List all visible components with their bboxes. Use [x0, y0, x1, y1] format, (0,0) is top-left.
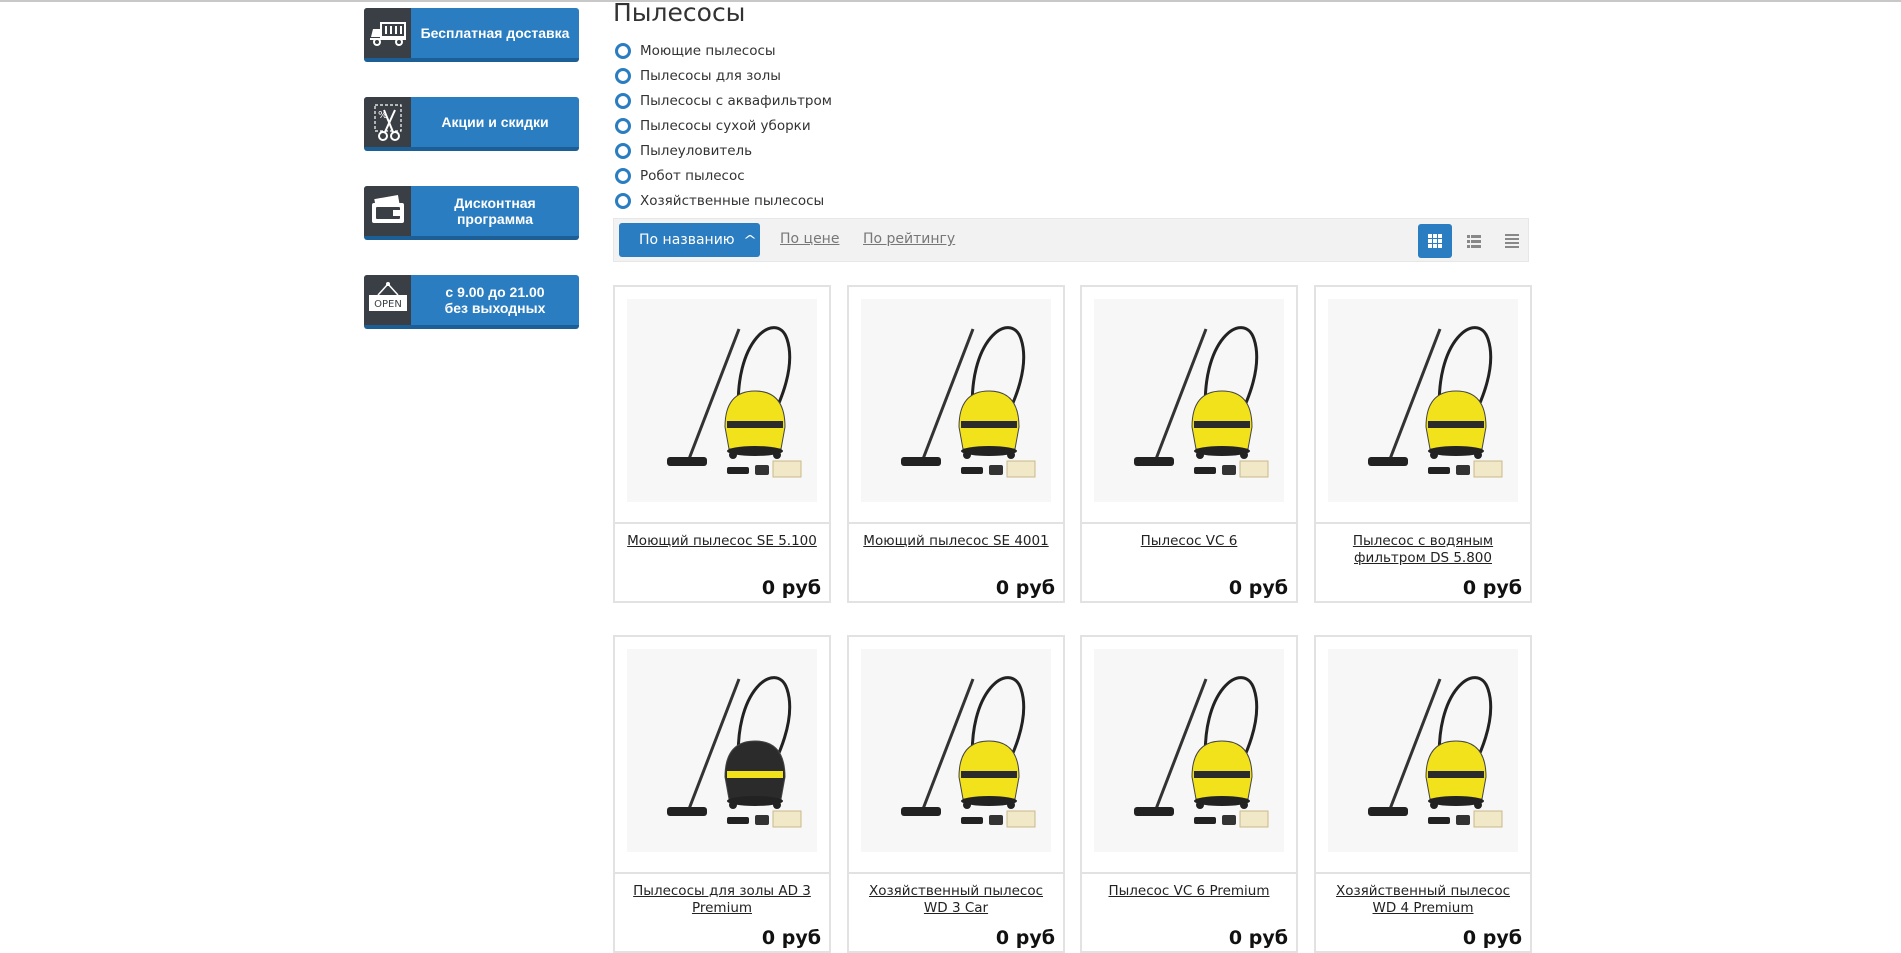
product-name-link[interactable]: Хозяйственный пылесос WD 3 Car	[857, 883, 1055, 917]
vacuum-cleaner-image	[1134, 326, 1269, 478]
radio-icon[interactable]	[615, 167, 631, 184]
product-name-link[interactable]: Хозяйственный пылесос WD 4 Premium	[1324, 883, 1522, 917]
banner-label: Бесплатная доставка	[420, 25, 570, 41]
wallet-icon	[364, 186, 411, 236]
subcategory-label[interactable]: Хозяйственные пылесосы	[640, 193, 824, 209]
banner-label: Дисконтная программа	[454, 195, 536, 227]
product-image[interactable]	[1328, 299, 1518, 502]
product-image[interactable]	[627, 299, 817, 502]
product-card[interactable]: Моющий пылесос SE 5.100 0 руб	[613, 285, 831, 603]
sort-by-price-link[interactable]: По цене	[780, 231, 839, 247]
subcategory-item[interactable]: Хозяйственные пылесосы	[615, 188, 832, 213]
product-name-link[interactable]: Моющий пылесос SE 4001	[857, 533, 1055, 550]
grid-view-button[interactable]	[1418, 224, 1452, 258]
product-image[interactable]	[861, 299, 1051, 502]
free-delivery-banner[interactable]: Бесплатная доставка	[364, 8, 579, 62]
product-card[interactable]: Хозяйственный пылесос WD 3 Car 0 руб	[847, 635, 1065, 953]
subcategory-label[interactable]: Пылесосы с аквафильтром	[640, 93, 832, 109]
sort-by-rating-link[interactable]: По рейтингу	[863, 231, 955, 247]
product-price: 0 руб	[1228, 927, 1288, 949]
list-icon	[1467, 235, 1481, 248]
discount-program-banner[interactable]: Дисконтная программа	[364, 186, 579, 240]
vacuum-cleaner-image	[901, 326, 1036, 478]
vacuum-cleaner-image	[667, 676, 802, 828]
product-image[interactable]	[1328, 649, 1518, 852]
subcategory-item[interactable]: Робот пылесос	[615, 163, 832, 188]
scissors-icon: %	[364, 97, 411, 147]
radio-icon[interactable]	[615, 117, 631, 134]
radio-icon[interactable]	[615, 92, 631, 109]
banner-label: Акции и скидки	[441, 114, 549, 130]
product-card[interactable]: Пылесосы для золы AD 3 Premium 0 руб	[613, 635, 831, 953]
product-image[interactable]	[861, 649, 1051, 852]
product-card[interactable]: Хозяйственный пылесос WD 4 Premium 0 руб	[1314, 635, 1532, 953]
product-image[interactable]	[627, 649, 817, 852]
vacuum-cleaner-image	[1134, 676, 1269, 828]
open-sign-icon: OPEN	[364, 275, 411, 325]
sort-by-name-button[interactable]: По названию ^	[619, 223, 760, 257]
vacuum-cleaner-image	[901, 676, 1036, 828]
subcategory-item[interactable]: Пылеуловитель	[615, 138, 832, 163]
vacuum-cleaner-image	[1368, 676, 1503, 828]
radio-icon[interactable]	[615, 192, 631, 209]
product-price: 0 руб	[761, 577, 821, 599]
product-price: 0 руб	[1462, 577, 1522, 599]
radio-icon[interactable]	[615, 42, 631, 59]
product-name-link[interactable]: Пылесос VC 6 Premium	[1090, 883, 1288, 900]
subcategory-label[interactable]: Пылеуловитель	[640, 143, 752, 159]
list-view-button[interactable]	[1457, 224, 1491, 258]
vacuum-cleaner-image	[1368, 326, 1503, 478]
subcategory-label[interactable]: Пылесосы для золы	[640, 68, 781, 84]
subcategory-item[interactable]: Пылесосы с аквафильтром	[615, 88, 832, 113]
radio-icon[interactable]	[615, 142, 631, 159]
grid-icon	[1428, 234, 1442, 248]
product-card[interactable]: Пылесос VC 6 Premium 0 руб	[1080, 635, 1298, 953]
banner-label: с 9.00 до 21.00 без выходных	[444, 284, 546, 316]
subcategory-label[interactable]: Робот пылесос	[640, 168, 745, 184]
subcategory-label[interactable]: Пылесосы сухой уборки	[640, 118, 811, 134]
product-name-link[interactable]: Пылесос с водяным фильтром DS 5.800	[1324, 533, 1522, 567]
subcategory-item[interactable]: Пылесосы для золы	[615, 63, 832, 88]
truck-icon	[364, 8, 411, 58]
sort-bar: По названию ^ По цене По рейтингу	[613, 218, 1529, 262]
sidebar: Бесплатная доставка % Акции и скидки Дис…	[364, 8, 579, 364]
product-price: 0 руб	[761, 927, 821, 949]
product-name-link[interactable]: Пылесос VC 6	[1090, 533, 1288, 550]
open-sign-text: OPEN	[374, 299, 402, 310]
chevron-up-icon: ^	[742, 233, 757, 247]
sort-active-label: По названию	[639, 232, 735, 248]
product-image[interactable]	[1094, 299, 1284, 502]
compact-list-icon	[1505, 234, 1519, 248]
subcategory-label[interactable]: Моющие пылесосы	[640, 43, 776, 59]
page-title: Пылесосы	[613, 0, 746, 27]
product-price: 0 руб	[995, 927, 1055, 949]
working-hours-banner[interactable]: OPEN с 9.00 до 21.00 без выходных	[364, 275, 579, 329]
product-name-link[interactable]: Пылесосы для золы AD 3 Premium	[623, 883, 821, 917]
subcategory-item[interactable]: Моющие пылесосы	[615, 38, 832, 63]
product-price: 0 руб	[995, 577, 1055, 599]
sales-discounts-banner[interactable]: % Акции и скидки	[364, 97, 579, 151]
vacuum-cleaner-image	[667, 326, 802, 478]
product-card[interactable]: Пылесос с водяным фильтром DS 5.800 0 ру…	[1314, 285, 1532, 603]
subcategory-item[interactable]: Пылесосы сухой уборки	[615, 113, 832, 138]
product-price: 0 руб	[1462, 927, 1522, 949]
product-image[interactable]	[1094, 649, 1284, 852]
subcategory-list: Моющие пылесосы Пылесосы для золы Пылесо…	[615, 38, 832, 213]
compact-list-view-button[interactable]	[1495, 224, 1529, 258]
radio-icon[interactable]	[615, 67, 631, 84]
product-card[interactable]: Пылесос VC 6 0 руб	[1080, 285, 1298, 603]
product-name-link[interactable]: Моющий пылесос SE 5.100	[623, 533, 821, 550]
product-card[interactable]: Моющий пылесос SE 4001 0 руб	[847, 285, 1065, 603]
product-price: 0 руб	[1228, 577, 1288, 599]
